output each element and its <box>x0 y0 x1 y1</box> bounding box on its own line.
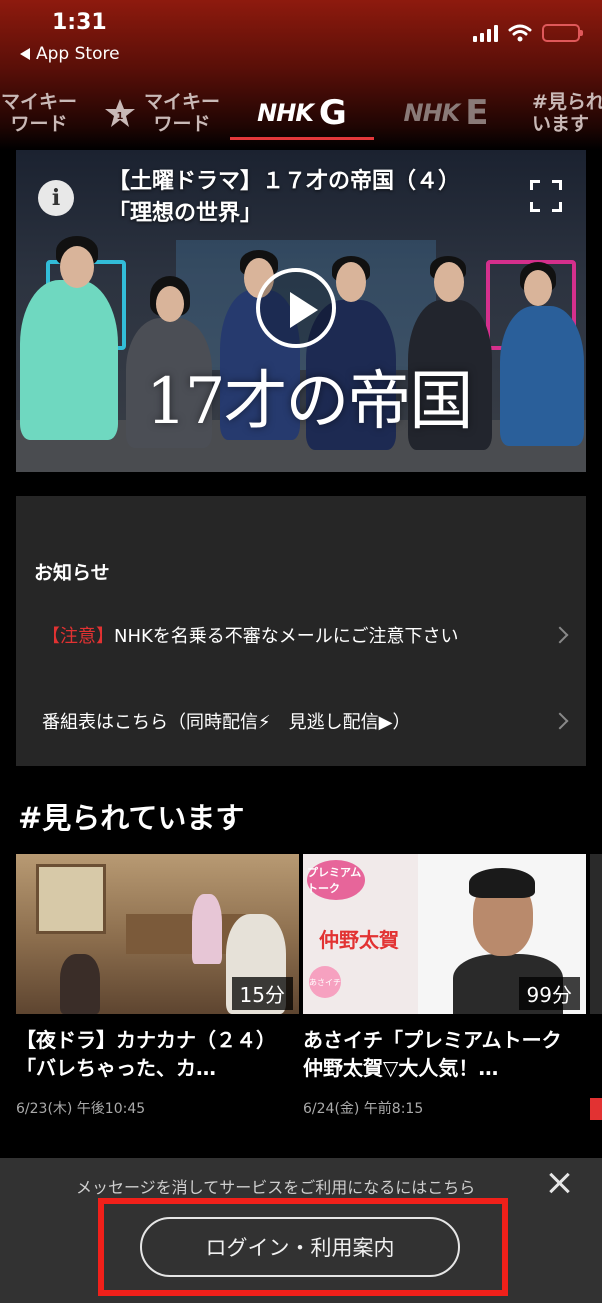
star-one-icon: 1 <box>104 99 135 127</box>
back-arrow-icon <box>20 48 30 60</box>
premium-talk-tag: プレミアムトーク <box>307 860 365 900</box>
active-tab-indicator <box>230 137 374 140</box>
tab-label: #見られ <box>532 91 602 113</box>
program-card-partial[interactable] <box>590 854 602 1014</box>
program-title: 【夜ドラ】カナカナ（２４）「バレちゃった、カ… <box>16 1028 276 1080</box>
notice-label: NHKを名乗る不審なメールにご注意下さい <box>114 626 459 647</box>
program-thumbnail: プレミアムトーク 仲野太賀 あさイチ 99分 <box>303 854 586 1014</box>
tab-label: ワード <box>10 113 68 135</box>
program-card[interactable]: 15分 【夜ドラ】カナカナ（２４）「バレちゃった、カ… 6/23(木) 午後10… <box>16 854 299 1118</box>
cast-figure <box>20 280 118 440</box>
program-card[interactable]: プレミアムトーク 仲野太賀 あさイチ 99分 あさイチ「プレミアムトーク 仲野太… <box>303 854 586 1118</box>
duration-badge: 99分 <box>518 977 580 1010</box>
play-icon[interactable] <box>256 268 336 348</box>
show-logo: 17才の帝国 <box>146 365 473 439</box>
battery-icon <box>542 24 583 42</box>
login-prompt-message: メッセージを消してサービスをご利用になるにはこちら <box>76 1178 476 1197</box>
program-thumbnail: 15分 <box>16 854 299 1014</box>
tab-trending[interactable]: #見られ います <box>532 88 602 138</box>
tab-my-keyword-1[interactable]: マイキー ワード <box>0 88 78 138</box>
channel-letter: G <box>318 93 347 133</box>
login-prompt-bar: メッセージを消してサービスをご利用になるにはこちら ログイン・利用案内 <box>0 1158 602 1303</box>
back-label: App Store <box>36 44 120 64</box>
nhk-logo: NHK <box>257 99 314 127</box>
tab-my-keyword-2[interactable]: 1 マイキー ワード <box>102 88 222 138</box>
login-button[interactable]: ログイン・利用案内 <box>140 1217 460 1277</box>
tab-nhk-e[interactable]: NHK E <box>396 88 496 138</box>
program-title: あさイチ「プレミアムトーク 仲野太賀▽大人気！… <box>303 1028 582 1080</box>
hero-title-line: 「理想の世界」 <box>108 201 263 226</box>
hero-title-line: 【土曜ドラマ】１７才の帝国（４） <box>108 169 461 194</box>
program-date: 6/24(金) 午前8:15 <box>303 1101 424 1117</box>
fullscreen-icon[interactable] <box>530 180 562 212</box>
program-date: 6/23(木) 午後10:45 <box>16 1101 146 1117</box>
tab-label: マイキー <box>143 91 220 113</box>
tab-label: ワード <box>153 113 211 135</box>
notice-item-schedule[interactable]: 番組表はこちら（同時配信⚡︎ 見逃し配信▶︎） <box>42 708 572 734</box>
duration-badge: 15分 <box>231 977 293 1010</box>
signal-icon <box>473 24 498 42</box>
svg-text:1: 1 <box>117 111 124 122</box>
status-indicators <box>473 24 583 42</box>
partial-badge <box>590 1098 602 1120</box>
tab-label: マイキー <box>0 91 77 113</box>
notice-label: 番組表はこちら（同時配信⚡︎ 見逃し配信▶︎） <box>42 712 411 733</box>
notice-panel: お知らせ 【注意】NHKを名乗る不審なメールにご注意下さい 番組表はこちら（同時… <box>16 496 586 766</box>
chevron-right-icon <box>551 712 569 730</box>
wifi-icon <box>508 24 532 42</box>
warning-tag: 【注意】 <box>42 626 114 647</box>
guest-name: 仲野太賀 <box>319 928 399 952</box>
channel-letter: E <box>465 93 489 133</box>
notice-heading: お知らせ <box>34 562 110 584</box>
nhk-logo: NHK <box>403 99 460 127</box>
tab-label: います <box>532 113 590 135</box>
asaichi-badge: あさイチ <box>309 966 341 998</box>
back-to-app-store[interactable]: App Store <box>20 44 120 64</box>
chevron-right-icon <box>551 626 569 644</box>
notice-text: 【注意】NHKを名乗る不審なメールにご注意下さい <box>42 622 458 648</box>
info-icon[interactable]: i <box>38 180 74 216</box>
hero-video-player[interactable]: 17才の帝国 i 【土曜ドラマ】１７才の帝国（４） 「理想の世界」 <box>16 150 586 472</box>
cast-figure <box>500 306 584 446</box>
section-title: #見られています <box>18 801 245 835</box>
tab-nhk-g[interactable]: NHK G <box>230 88 374 138</box>
close-icon[interactable] <box>546 1170 572 1196</box>
status-time: 1:31 <box>52 10 107 35</box>
notice-item-phishing[interactable]: 【注意】NHKを名乗る不審なメールにご注意下さい <box>42 622 572 648</box>
hero-title: 【土曜ドラマ】１７才の帝国（４） 「理想の世界」 <box>108 166 460 230</box>
